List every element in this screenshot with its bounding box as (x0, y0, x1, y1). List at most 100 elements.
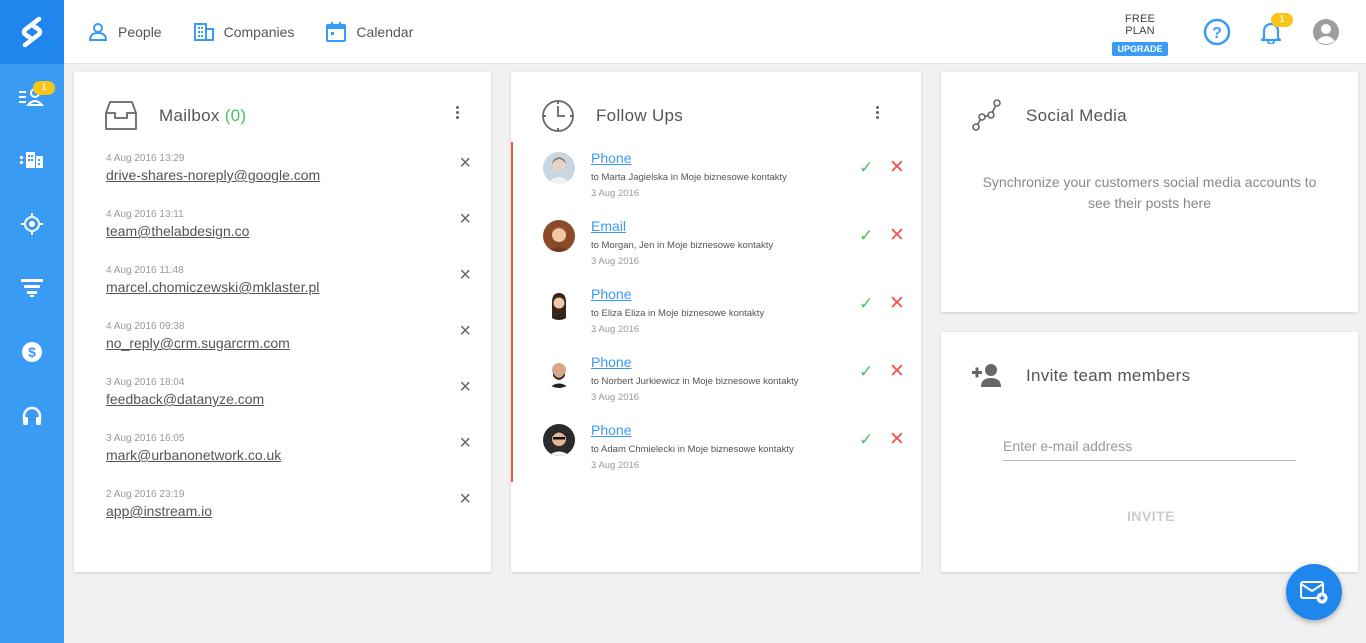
followup-date: 3 Aug 2016 (591, 392, 640, 403)
help-button[interactable]: ? (1201, 16, 1233, 48)
followup-type-link[interactable]: Phone (591, 422, 631, 438)
followup-description: to Morgan, Jen in Moje biznesowe kontakt… (591, 240, 774, 251)
dollar-icon: $ (22, 342, 42, 362)
avatar (543, 220, 575, 252)
mailbox-card: Mailbox (0) 4 Aug 2016 13:29 drive-share… (74, 72, 491, 572)
followup-item: Phone to Norbert Jurkiewicz in Moje bizn… (543, 354, 905, 406)
notifications-button[interactable]: 1 (1255, 13, 1293, 48)
check-icon[interactable]: ✓ (859, 430, 873, 450)
inbox-icon (105, 101, 137, 130)
app-logo[interactable] (0, 0, 64, 64)
close-icon[interactable]: ✕ (889, 224, 905, 247)
nav-calendar-label: Calendar (356, 24, 414, 40)
mail-address-link[interactable]: drive-shares-noreply@google.com (106, 167, 320, 183)
followups-title: Follow Ups (596, 106, 684, 125)
building-icon (193, 23, 214, 41)
mail-address-link[interactable]: mark@urbanonetwork.co.uk (106, 447, 281, 463)
sidebar-item-pipeline[interactable] (0, 256, 64, 320)
check-icon[interactable]: ✓ (859, 294, 873, 314)
funnel-icon (21, 279, 43, 297)
dismiss-icon[interactable]: × (459, 153, 471, 173)
compose-mail-button[interactable] (1286, 564, 1342, 620)
target-icon (21, 213, 43, 235)
followup-type-link[interactable]: Phone (591, 150, 631, 166)
mail-date: 4 Aug 2016 13:29 (106, 153, 185, 164)
sidebar-item-support[interactable] (0, 384, 64, 448)
clock-icon (542, 100, 574, 132)
followup-description: to Norbert Jurkiewicz in Moje biznesowe … (591, 376, 799, 387)
top-bar: People Companies Calendar FREE PLAN UPGR… (64, 0, 1366, 64)
close-icon[interactable]: ✕ (889, 360, 905, 383)
followup-description: to Adam Chmielecki in Moje biznesowe kon… (591, 444, 794, 455)
sidebar-item-sales[interactable]: $ (0, 320, 64, 384)
main-nav: People Companies Calendar (88, 0, 445, 64)
invite-button[interactable]: INVITE (1101, 508, 1201, 524)
followup-item: Phone to Adam Chmielecki in Moje bizneso… (543, 422, 905, 474)
overdue-indicator (511, 142, 513, 482)
mail-item: 4 Aug 2016 09:38 no_reply@crm.sugarcrm.c… (106, 321, 471, 361)
mailbox-count: (0) (224, 106, 247, 125)
close-icon[interactable]: ✕ (889, 428, 905, 451)
avatar (543, 288, 575, 320)
close-icon[interactable]: ✕ (889, 292, 905, 315)
mail-add-icon (1300, 581, 1328, 604)
mail-item: 4 Aug 2016 13:11 team@thelabdesign.co × (106, 209, 471, 249)
check-icon[interactable]: ✓ (859, 362, 873, 382)
mail-item: 4 Aug 2016 11:48 marcel.chomiczewski@mkl… (106, 265, 471, 305)
mail-address-link[interactable]: team@thelabdesign.co (106, 223, 249, 239)
close-icon[interactable]: ✕ (889, 156, 905, 179)
headset-icon (22, 406, 42, 425)
plan-info: FREE PLAN UPGRADE (1111, 13, 1169, 57)
dismiss-icon[interactable]: × (459, 433, 471, 453)
svg-text:$: $ (28, 344, 36, 360)
invite-card: Invite team members INVITE (941, 332, 1358, 572)
mail-address-link[interactable]: no_reply@crm.sugarcrm.com (106, 335, 290, 351)
sidebar-item-contacts[interactable]: 1 (0, 64, 64, 128)
dismiss-icon[interactable]: × (459, 321, 471, 341)
followup-type-link[interactable]: Phone (591, 354, 631, 370)
sidebar-item-companies[interactable] (0, 128, 64, 192)
nav-companies-label: Companies (223, 24, 295, 40)
plan-label: FREE PLAN (1124, 13, 1156, 37)
mail-item: 3 Aug 2016 18:04 feedback@datanyze.com × (106, 377, 471, 417)
mailbox-menu-button[interactable] (449, 102, 465, 122)
dismiss-icon[interactable]: × (459, 209, 471, 229)
logo-icon (21, 16, 43, 48)
social-media-description: Synchronize your customers social media … (982, 174, 1317, 211)
mailbox-title-label: Mailbox (159, 106, 220, 125)
sidebar-item-deals[interactable] (0, 192, 64, 256)
mail-date: 3 Aug 2016 18:04 (106, 377, 185, 388)
mail-address-link[interactable]: app@instream.io (106, 503, 212, 519)
upgrade-button[interactable]: UPGRADE (1112, 42, 1168, 56)
followup-description: to Marta Jagielska in Moje biznesowe kon… (591, 172, 787, 183)
dismiss-icon[interactable]: × (459, 265, 471, 285)
followups-card: Follow Ups Phone to Marta Jagielska in M… (511, 72, 921, 572)
invite-email-input[interactable] (1003, 431, 1296, 461)
share-graph-icon (972, 99, 1001, 131)
contacts-badge: 1 (33, 81, 55, 95)
nav-companies[interactable]: Companies (193, 23, 295, 41)
mail-date: 4 Aug 2016 13:11 (106, 209, 184, 220)
followup-date: 3 Aug 2016 (591, 188, 640, 199)
avatar (543, 356, 575, 388)
followups-menu-button[interactable] (869, 102, 885, 122)
social-media-card: Social Media Synchronize your customers … (941, 72, 1358, 312)
nav-calendar[interactable]: Calendar (326, 22, 413, 42)
mail-address-link[interactable]: marcel.chomiczewski@mklaster.pl (106, 279, 319, 295)
followup-type-link[interactable]: Email (591, 218, 626, 234)
followup-type-link[interactable]: Phone (591, 286, 631, 302)
dismiss-icon[interactable]: × (459, 489, 471, 509)
check-icon[interactable]: ✓ (859, 226, 873, 246)
mail-item: 2 Aug 2016 23:19 app@instream.io × (106, 489, 471, 529)
nav-people[interactable]: People (88, 22, 162, 42)
companies-icon (20, 152, 43, 168)
dismiss-icon[interactable]: × (459, 377, 471, 397)
calendar-icon (326, 22, 347, 42)
mail-item: 3 Aug 2016 16:05 mark@urbanonetwork.co.u… (106, 433, 471, 473)
followup-item: Email to Morgan, Jen in Moje biznesowe k… (543, 218, 905, 270)
check-icon[interactable]: ✓ (859, 158, 873, 178)
mail-address-link[interactable]: feedback@datanyze.com (106, 391, 264, 407)
user-menu-button[interactable] (1310, 16, 1342, 48)
mail-item: 4 Aug 2016 13:29 drive-shares-noreply@go… (106, 153, 471, 193)
social-media-title: Social Media (1026, 106, 1127, 125)
